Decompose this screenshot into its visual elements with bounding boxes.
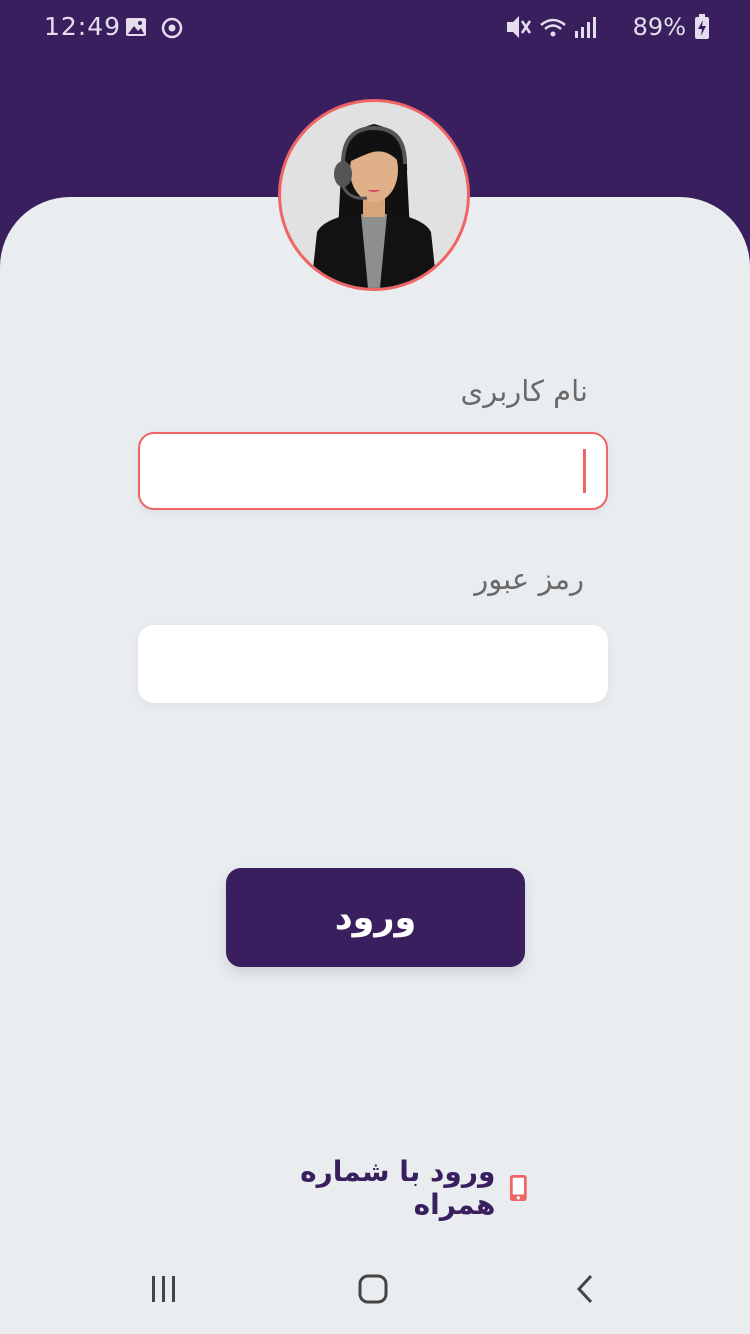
login-button-label: ورود	[334, 897, 417, 938]
mute-icon	[506, 16, 531, 38]
status-bar: 12:49 89%	[0, 0, 750, 58]
support-agent-avatar	[278, 99, 470, 291]
system-nav-bar	[0, 1243, 750, 1334]
login-card	[0, 197, 750, 1243]
username-label: نام کاربری	[460, 374, 589, 408]
mobile-phone-icon	[510, 1174, 528, 1202]
wifi-icon	[539, 18, 566, 37]
signal-icon	[574, 17, 596, 38]
phone-login-link[interactable]: ورود با شماره همراه	[228, 1155, 528, 1221]
username-input[interactable]	[138, 432, 608, 510]
phone-login-label: ورود با شماره همراه	[300, 1155, 496, 1221]
battery-percent: 89%	[632, 13, 686, 41]
back-icon[interactable]	[570, 1273, 602, 1305]
battery-charging-icon	[695, 14, 709, 39]
home-icon[interactable]	[357, 1273, 389, 1305]
password-input[interactable]	[138, 625, 608, 703]
text-caret	[583, 449, 586, 493]
login-button[interactable]: ورود	[226, 868, 525, 967]
recent-apps-icon[interactable]	[148, 1273, 180, 1305]
status-icons-right: 89%	[505, 12, 710, 42]
status-time: 12:49	[44, 12, 122, 41]
sync-icon	[161, 17, 183, 39]
password-label: رمز عبور	[474, 562, 584, 596]
gallery-icon	[126, 18, 146, 36]
status-icons-left	[124, 16, 204, 46]
